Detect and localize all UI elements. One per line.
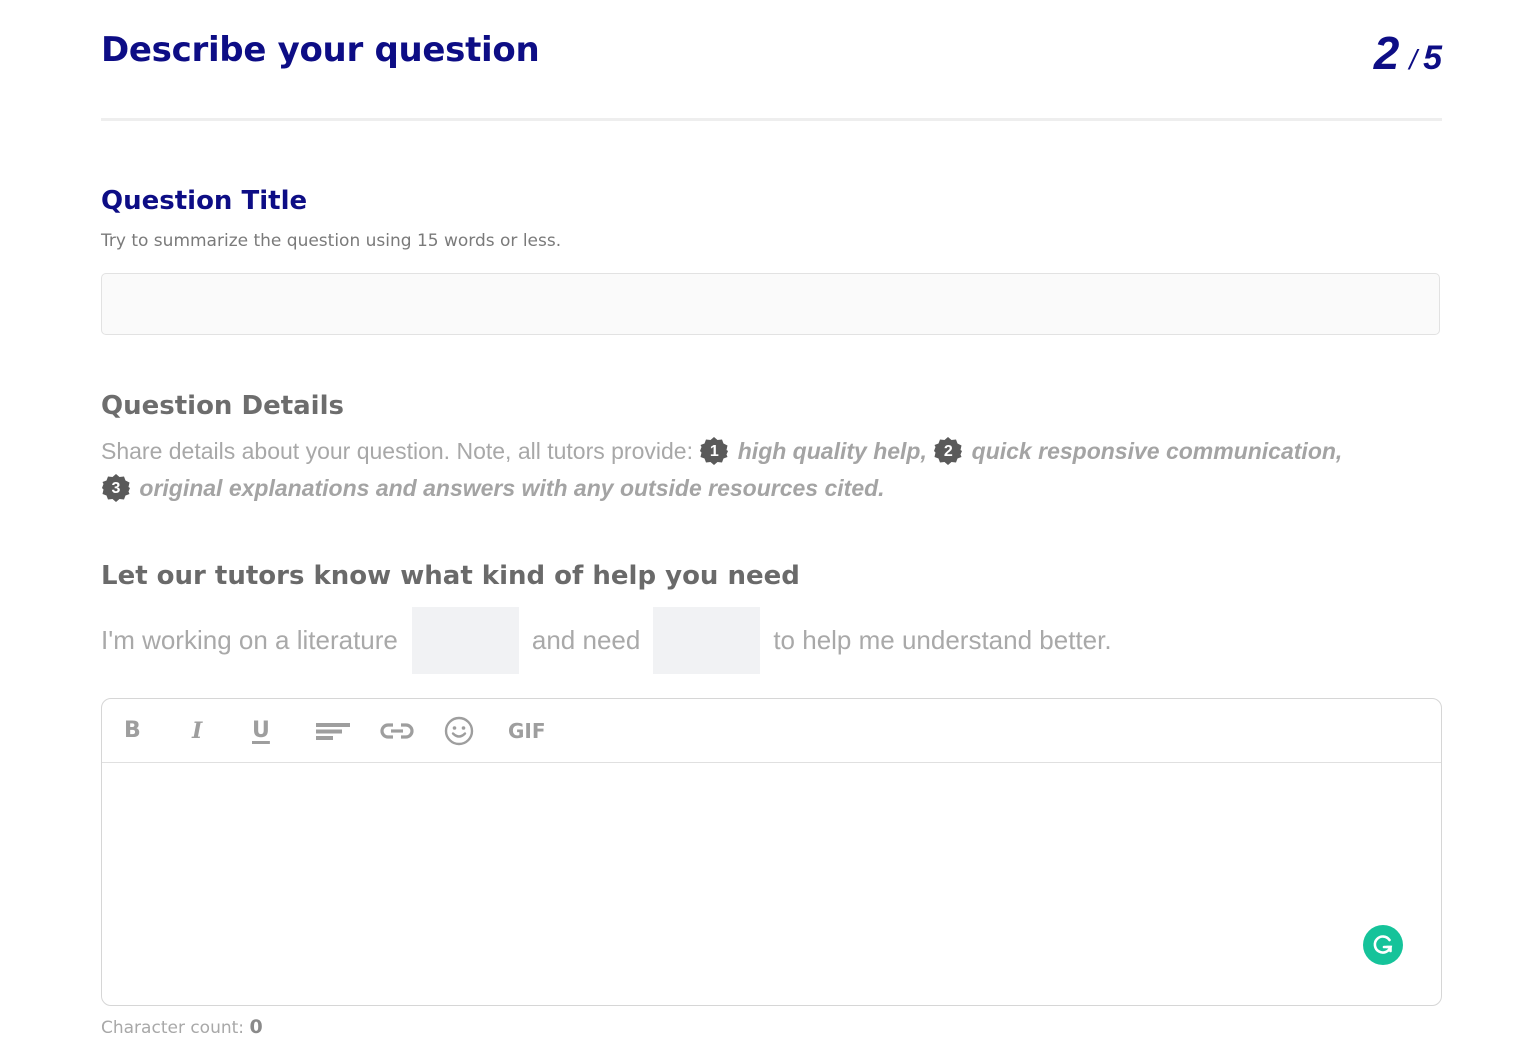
details-intro: Share details about your question. Note,… — [101, 438, 700, 464]
character-count-value: 0 — [249, 1016, 263, 1038]
guarantee-3: original explanations and answers with a… — [139, 475, 885, 501]
step-current: 2 — [1373, 27, 1400, 79]
badge-1-icon: 1 — [699, 436, 729, 466]
bold-icon: B — [124, 718, 141, 743]
help-needed-label: Let our tutors know what kind of help yo… — [101, 561, 800, 591]
link-button[interactable] — [380, 711, 444, 751]
step-total: 5 — [1423, 39, 1442, 77]
step-separator: / — [1409, 44, 1418, 75]
emoji-button[interactable] — [444, 711, 508, 751]
badge-2-icon: 2 — [933, 436, 963, 466]
question-form: Describe your question 2 /5 Question Titl… — [101, 0, 1442, 1038]
grammarly-icon — [1373, 935, 1393, 954]
page-title: Describe your question — [101, 30, 540, 70]
guarantee-1: high quality help, — [737, 438, 927, 464]
italic-button[interactable]: I — [188, 711, 252, 751]
step-indicator: 2 /5 — [1374, 26, 1442, 80]
gif-button[interactable]: GIF — [508, 711, 572, 751]
details-editor: B I U GIF — [101, 698, 1442, 1006]
guarantee-2: quick responsive communication, — [971, 438, 1343, 464]
bold-button[interactable]: B — [124, 711, 188, 751]
assignment-type-select[interactable] — [411, 607, 519, 674]
question-title-input[interactable] — [101, 273, 1440, 335]
italic-icon: I — [192, 717, 203, 744]
character-count: Character count: 0 — [101, 1016, 263, 1038]
emoji-icon — [444, 716, 474, 745]
help-sentence-part1: I'm working on a literature — [101, 625, 398, 655]
underline-button[interactable]: U — [252, 711, 316, 751]
question-details-label: Question Details — [101, 391, 344, 421]
badge-3-icon: 3 — [101, 473, 131, 503]
gif-icon: GIF — [508, 718, 546, 743]
underline-icon: U — [252, 718, 270, 743]
align-left-icon — [316, 722, 350, 740]
character-count-label: Character count: — [101, 1018, 245, 1038]
help-sentence-part2: and need — [531, 625, 641, 655]
editor-content-area[interactable] — [102, 762, 1441, 1005]
question-details-description: Share details about your question. Note,… — [101, 433, 1441, 507]
editor-toolbar: B I U GIF — [102, 699, 1441, 763]
align-button[interactable] — [316, 711, 380, 751]
link-icon — [380, 722, 414, 739]
help-needed-sentence: I'm working on a literature and need to … — [101, 607, 1112, 674]
question-title-label: Question Title — [101, 186, 308, 216]
question-title-hint: Try to summarize the question using 15 w… — [101, 231, 562, 251]
form-header: Describe your question 2 /5 — [101, 0, 1442, 121]
help-sentence-part3: to help me understand better. — [773, 625, 1112, 655]
grammarly-button[interactable] — [1363, 925, 1403, 965]
help-type-select[interactable] — [653, 607, 761, 674]
